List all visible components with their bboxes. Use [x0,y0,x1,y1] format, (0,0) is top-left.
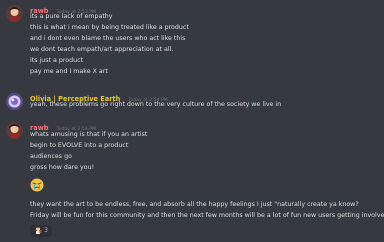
message-text: its just a product [30,57,84,64]
message-text: Friday will be fun for this community an… [30,212,384,219]
message-text: gross how dare you! [30,164,95,171]
avatar[interactable] [6,122,23,139]
reaction-button[interactable]: 3 [30,225,52,237]
avatar-rawb-icon [6,5,23,22]
artist-emoji-icon [34,226,42,236]
message-text: we dont teach empath/art appreciation at… [30,46,174,53]
avatar-olivia-icon [6,93,23,110]
message-text: its a pure lack of empathy [30,13,113,20]
message-text: pay me and I make X art [30,68,108,75]
avatar-rawb-icon [6,122,23,139]
message-header: rawb Today at 2:54 PM [30,120,96,132]
message-text: yeah, these problems go right down to th… [30,101,282,108]
avatar[interactable] [6,93,23,110]
message-text: this is what i mean by being treated lik… [30,24,189,31]
reaction-count: 3 [44,227,48,234]
message-text: begin to EVOLVE into a product [30,142,129,149]
message-text: and i dont even blame the users who act … [30,35,186,42]
crying-emoji-icon[interactable] [30,177,44,192]
message-text: they want the art to be endless, free, a… [30,201,359,208]
message-text: audiences go [30,153,72,160]
avatar[interactable] [6,5,23,22]
message-text: whats amusing is that if you an artist [30,131,148,138]
